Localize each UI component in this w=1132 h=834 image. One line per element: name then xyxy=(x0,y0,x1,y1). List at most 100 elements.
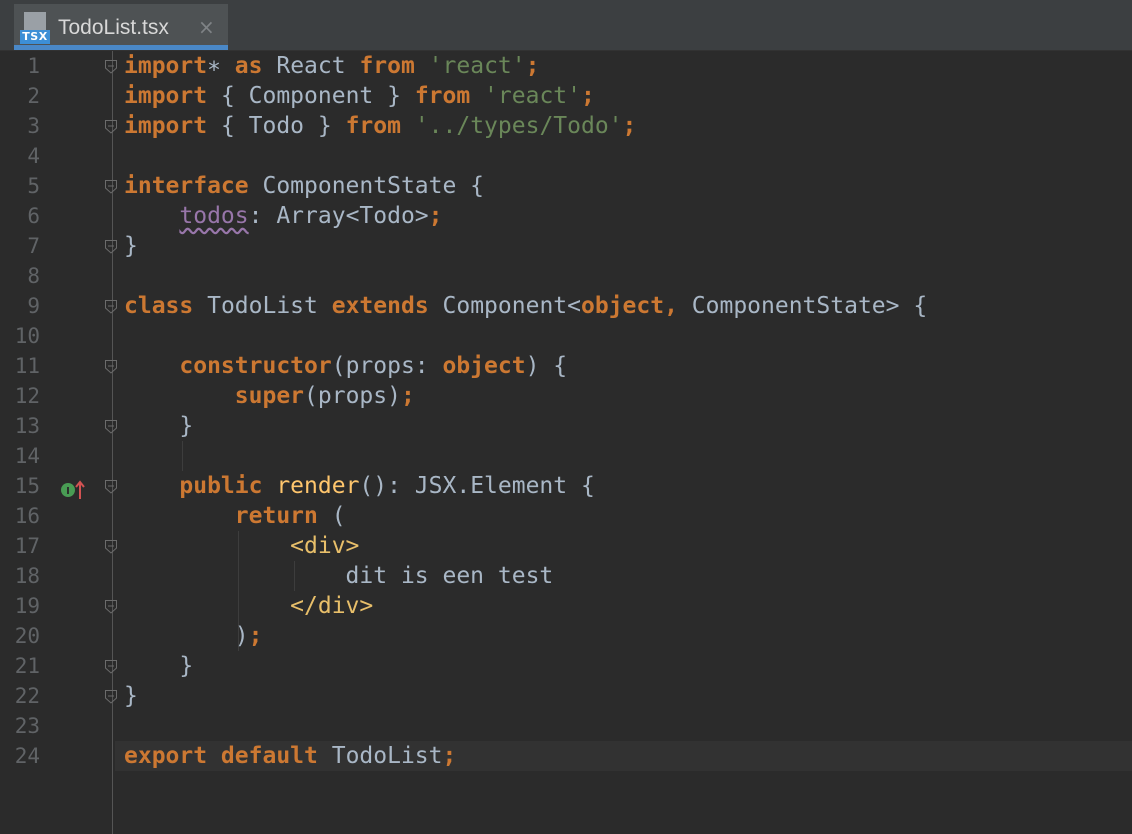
fold-marker-icon[interactable] xyxy=(104,359,118,375)
code-token: ; xyxy=(248,623,263,649)
code-token: } xyxy=(124,233,138,259)
active-tab-indicator xyxy=(14,45,228,50)
tab-title: TodoList.tsx xyxy=(58,16,169,39)
code-line[interactable]: 12 super(props); xyxy=(0,381,1132,411)
code-line[interactable]: 19 </div> xyxy=(0,591,1132,621)
code-line[interactable]: 24 export default TodoList; xyxy=(0,741,1132,771)
code-line[interactable]: 2 import { Component } from 'react'; xyxy=(0,81,1132,111)
fold-marker-icon[interactable] xyxy=(104,479,118,495)
tsx-file-icon: TSX xyxy=(20,12,50,44)
code-line[interactable]: 1 import∗ as React from 'react'; xyxy=(0,51,1132,81)
code-token: import xyxy=(124,53,208,79)
code-line[interactable]: 15 public render(): JSX.Element { xyxy=(0,471,1132,501)
code-line[interactable]: 14 xyxy=(0,441,1132,471)
line-number: 20 xyxy=(14,624,40,648)
code-line[interactable]: 5 interface ComponentState { xyxy=(0,171,1132,201)
fold-marker-icon[interactable] xyxy=(104,659,118,675)
code-line[interactable]: 7} xyxy=(0,231,1132,261)
line-number: 10 xyxy=(14,324,40,348)
code-token: ComponentState> { xyxy=(677,293,928,319)
line-number: 3 xyxy=(27,114,40,138)
code-text: } xyxy=(124,411,193,441)
code-text: </div> xyxy=(124,591,373,621)
code-token: } xyxy=(124,413,194,439)
code-line[interactable]: 13 } xyxy=(0,411,1132,441)
code-text: class TodoList extends Component<object,… xyxy=(124,291,927,321)
code-text: export default TodoList; xyxy=(124,741,456,771)
line-number: 13 xyxy=(14,414,40,438)
code-token: super xyxy=(234,383,305,409)
fold-marker-icon[interactable] xyxy=(104,539,118,555)
line-number: 24 xyxy=(14,744,40,768)
code-line[interactable]: 20 ); xyxy=(0,621,1132,651)
fold-marker-icon[interactable] xyxy=(104,599,118,615)
code-token: <div> xyxy=(290,533,360,559)
code-token: ; xyxy=(400,383,415,409)
code-token: : Array<Todo> xyxy=(248,203,429,229)
code-token: 'react' xyxy=(470,83,581,109)
code-line[interactable]: 11 constructor(props: object) { xyxy=(0,351,1132,381)
fold-marker-icon[interactable] xyxy=(104,299,118,315)
code-line[interactable]: 18 dit is een test xyxy=(0,561,1132,591)
code-token: interface xyxy=(124,173,249,199)
tab-todolist-tsx[interactable]: TSX TodoList.tsx × xyxy=(14,4,228,50)
code-token: ; xyxy=(428,203,443,229)
code-text: import∗ as React from 'react'; xyxy=(124,51,539,81)
code-token: render xyxy=(262,473,360,499)
code-token: </div> xyxy=(290,593,374,619)
code-token: from xyxy=(414,83,471,109)
code-token: return xyxy=(234,503,318,529)
code-token: (props) xyxy=(304,383,401,409)
code-text: } xyxy=(124,681,138,711)
code-token: TodoList xyxy=(193,293,332,319)
line-number: 2 xyxy=(27,84,40,108)
line-number: 9 xyxy=(27,294,40,318)
code-token: from xyxy=(359,53,415,79)
close-icon[interactable]: × xyxy=(198,15,215,39)
code-token: 'react' xyxy=(414,53,526,79)
fold-marker-icon[interactable] xyxy=(104,239,118,255)
code-token: ; xyxy=(622,113,637,139)
line-number: 14 xyxy=(14,444,40,468)
line-number: 17 xyxy=(14,534,40,558)
file-type-badge: TSX xyxy=(20,30,50,44)
code-token: export default xyxy=(124,743,318,769)
line-number: 21 xyxy=(14,654,40,678)
code-line[interactable]: 23 xyxy=(0,711,1132,741)
code-line[interactable]: 16 return ( xyxy=(0,501,1132,531)
fold-marker-icon[interactable] xyxy=(104,689,118,705)
fold-marker-icon[interactable] xyxy=(104,179,118,195)
code-line[interactable]: 3 import { Todo } from '../types/Todo'; xyxy=(0,111,1132,141)
code-line[interactable]: 17 <div> xyxy=(0,531,1132,561)
code-line[interactable]: 21 } xyxy=(0,651,1132,681)
code-text: interface ComponentState { xyxy=(124,171,484,201)
line-number: 4 xyxy=(27,144,40,168)
code-text: super(props); xyxy=(124,381,415,411)
line-number: 19 xyxy=(14,594,40,618)
code-token: dit is een test xyxy=(124,563,554,589)
editor-tab-bar: TSX TodoList.tsx × xyxy=(0,0,1132,51)
code-token: import xyxy=(124,113,208,139)
code-token: object xyxy=(442,353,526,379)
code-line[interactable]: 10 xyxy=(0,321,1132,351)
code-text: import { Component } from 'react'; xyxy=(124,81,595,111)
code-token: todos xyxy=(179,203,249,229)
code-line[interactable]: 9 class TodoList extends Component<object… xyxy=(0,291,1132,321)
fold-marker-icon[interactable] xyxy=(104,59,118,75)
code-token: object, xyxy=(581,293,678,319)
code-line[interactable]: 22} xyxy=(0,681,1132,711)
code-line[interactable]: 6 todos: Array<Todo>; xyxy=(0,201,1132,231)
code-line[interactable]: 4 xyxy=(0,141,1132,171)
code-editor[interactable]: I 1 import∗ as React from 'react'; 2 import… xyxy=(0,51,1132,834)
line-number: 5 xyxy=(27,174,40,198)
line-number: 11 xyxy=(14,354,40,378)
fold-marker-icon[interactable] xyxy=(104,419,118,435)
code-token: public xyxy=(179,473,263,499)
fold-marker-icon[interactable] xyxy=(104,119,118,135)
code-line[interactable]: 8 xyxy=(0,261,1132,291)
code-token: class xyxy=(124,293,194,319)
code-text: constructor(props: object) { xyxy=(124,351,567,381)
